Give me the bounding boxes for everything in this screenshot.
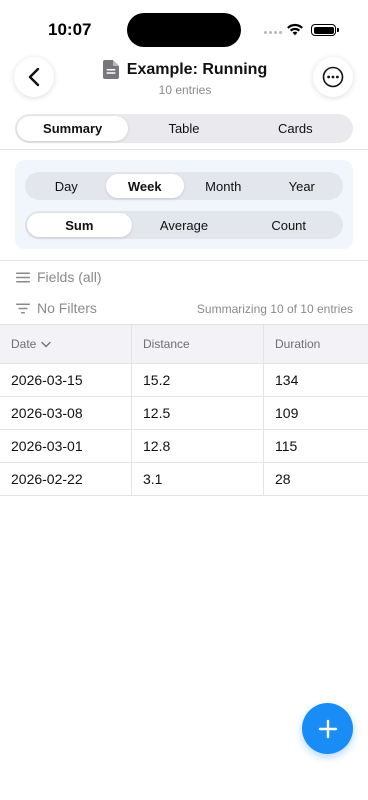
aggregate-average[interactable]: Average	[132, 213, 237, 237]
cell-duration: 134	[275, 372, 299, 388]
tab-table[interactable]: Table	[128, 116, 239, 141]
chevron-left-icon	[28, 67, 40, 87]
table-row[interactable]: 2026-03-08 12.5 109	[0, 397, 368, 430]
aggregate-selector: Sum Average Count	[25, 211, 343, 239]
cell-duration: 28	[275, 471, 291, 487]
fields-button[interactable]: Fields (all)	[16, 269, 102, 285]
dynamic-island	[127, 13, 241, 47]
cell-date: 2026-03-01	[0, 430, 132, 462]
period-year[interactable]: Year	[263, 174, 342, 198]
status-time: 10:07	[48, 20, 92, 39]
view-tabs: Summary Table Cards	[15, 114, 353, 143]
period-week[interactable]: Week	[105, 174, 184, 198]
table-row[interactable]: 2026-03-01 12.8 115	[0, 430, 368, 463]
back-button[interactable]	[14, 57, 54, 97]
cell-date: 2026-02-22	[0, 463, 132, 495]
summary-count-text: Summarizing 10 of 10 entries	[196, 302, 353, 316]
cell-distance: 12.5	[132, 397, 264, 429]
cell-distance: 3.1	[132, 463, 264, 495]
status-bar: 10:07	[0, 0, 368, 56]
divider	[0, 260, 368, 261]
period-month[interactable]: Month	[184, 174, 263, 198]
wifi-icon	[287, 23, 303, 36]
cell-distance: 15.2	[132, 364, 264, 396]
battery-icon	[311, 24, 339, 36]
column-header-date[interactable]: Date	[0, 325, 132, 363]
divider	[0, 149, 368, 150]
table-row[interactable]: 2026-03-15 15.2 134	[0, 364, 368, 397]
filters-button[interactable]: No Filters	[16, 300, 97, 316]
signal-dots-icon	[264, 31, 282, 34]
tab-summary[interactable]: Summary	[17, 116, 129, 141]
chevron-down-icon	[41, 341, 52, 347]
table-row[interactable]: 2026-02-22 3.1 28	[0, 463, 368, 496]
filters-label: No Filters	[37, 300, 97, 316]
aggregate-count[interactable]: Count	[236, 213, 341, 237]
period-selector: Day Week Month Year	[25, 172, 343, 200]
more-options-button[interactable]	[313, 57, 353, 97]
tab-cards[interactable]: Cards	[240, 116, 351, 141]
cell-date: 2026-03-08	[0, 397, 132, 429]
document-icon	[102, 60, 119, 79]
cell-date: 2026-03-15	[0, 364, 132, 396]
lines-icon	[16, 272, 30, 282]
column-header-distance[interactable]: Distance	[132, 325, 264, 363]
period-day[interactable]: Day	[27, 174, 106, 198]
entry-count: 10 entries	[158, 83, 212, 97]
add-entry-button[interactable]	[302, 703, 353, 754]
filter-icon	[16, 303, 30, 313]
summary-options-panel: Day Week Month Year Sum Average Count	[15, 160, 353, 249]
cell-distance: 12.8	[132, 430, 264, 462]
cell-duration: 109	[275, 405, 299, 421]
table-header: Date Distance Duration	[0, 324, 368, 364]
cell-duration: 115	[275, 438, 298, 454]
summary-table: Date Distance Duration 2026-03-15 15.2 1…	[0, 324, 368, 496]
ellipsis-circle-icon	[322, 66, 344, 88]
aggregate-sum[interactable]: Sum	[27, 213, 132, 237]
page-title: Example: Running	[126, 60, 268, 78]
plus-icon	[318, 719, 337, 738]
fields-label: Fields (all)	[37, 269, 102, 285]
column-header-label: Date	[11, 337, 37, 351]
column-header-duration[interactable]: Duration	[264, 325, 368, 363]
header-title-group: Example: Running 10 entries	[100, 60, 270, 97]
